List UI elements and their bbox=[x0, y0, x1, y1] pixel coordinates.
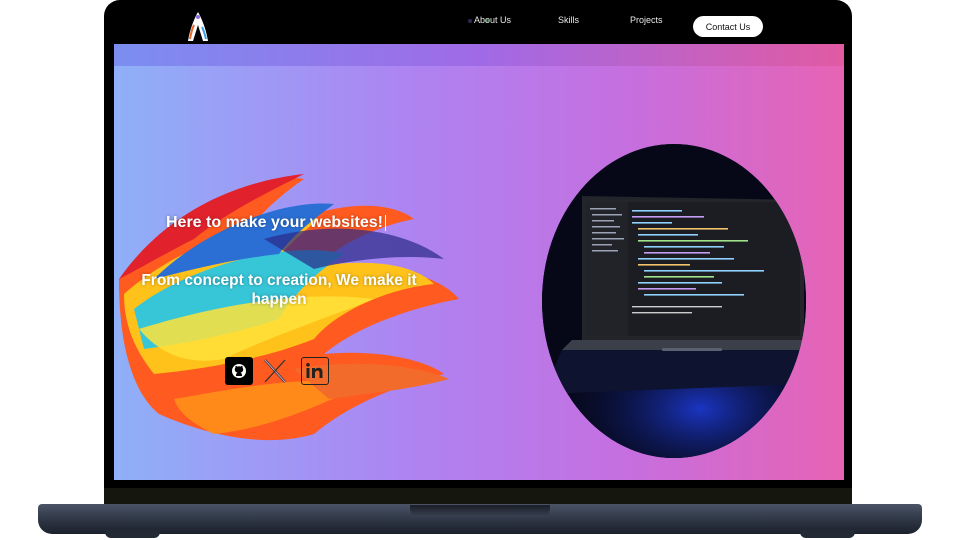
nav-skills[interactable]: Skills bbox=[558, 15, 579, 25]
laptop-notch bbox=[410, 505, 550, 517]
laptop-foot-right bbox=[800, 530, 855, 538]
top-navigation: About Us Skills Projects Contact Us bbox=[114, 5, 844, 45]
linkedin-link[interactable] bbox=[301, 357, 329, 385]
nav-about-us[interactable]: About Us bbox=[474, 15, 511, 25]
camera-dot bbox=[468, 19, 472, 23]
laptop-foot-left bbox=[105, 530, 160, 538]
x-icon bbox=[264, 359, 286, 383]
contact-us-button[interactable]: Contact Us bbox=[693, 16, 763, 37]
laptop-code-photo bbox=[542, 144, 806, 458]
hero-subheadline: From concept to creation, We make it hap… bbox=[141, 272, 417, 308]
github-icon bbox=[232, 364, 246, 378]
linkedin-icon bbox=[306, 363, 323, 378]
brand-logo[interactable] bbox=[184, 9, 212, 43]
website-screen: Here to make your websites! From concept… bbox=[114, 44, 844, 480]
hero-top-strip bbox=[114, 44, 844, 66]
laptop-hinge bbox=[104, 488, 852, 504]
x-twitter-link[interactable] bbox=[261, 357, 289, 385]
github-link[interactable] bbox=[225, 357, 253, 385]
hero-headline: Here to make your websites! bbox=[166, 214, 386, 232]
nav-projects[interactable]: Projects bbox=[630, 15, 663, 25]
typing-caret bbox=[384, 214, 386, 231]
